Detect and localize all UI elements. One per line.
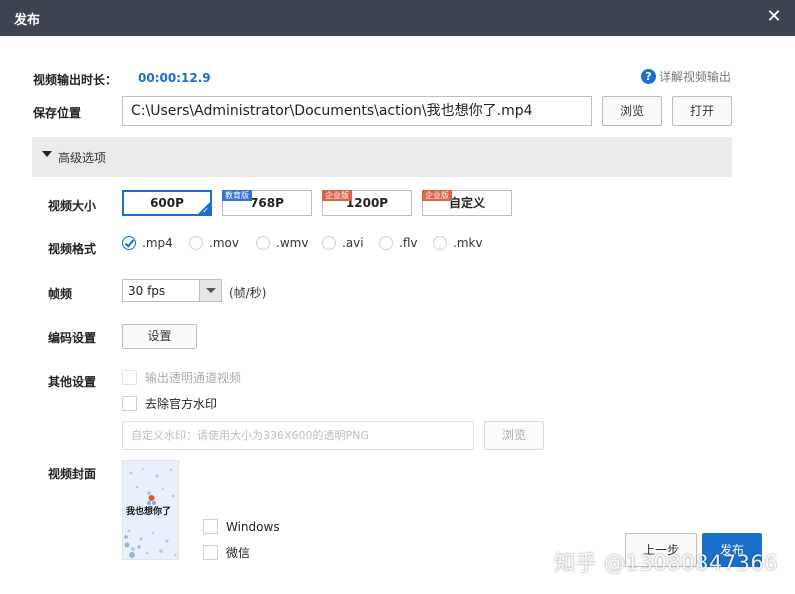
publish-button[interactable]: 发布 (702, 533, 762, 567)
remove-watermark-label: 去除官方水印 (145, 397, 218, 411)
checkbox-icon (203, 545, 218, 560)
format-radio-label: .wmv (276, 236, 309, 250)
close-icon[interactable]: ✕ (763, 6, 785, 28)
advanced-options-label: 高级选项 (58, 151, 107, 165)
size-option-768p[interactable]: 教育版 768P (222, 190, 312, 216)
check-icon: ✓ (202, 206, 209, 215)
edition-badge: 企业版 (422, 190, 452, 201)
format-radio-flv[interactable]: .flv (379, 236, 417, 250)
dropdown-arrow-icon[interactable] (199, 280, 221, 301)
cover-title-text: 我也想你了 (126, 507, 172, 517)
open-button[interactable]: 打开 (672, 96, 732, 126)
frame-rate-select[interactable]: 30 fps (122, 279, 222, 302)
format-radio-mp4[interactable]: .mp4 (122, 236, 173, 250)
size-option-label: 600P (150, 196, 184, 210)
format-radio-wmv[interactable]: .wmv (256, 236, 308, 250)
encoding-label: 编码设置 (48, 331, 97, 345)
video-cover-label: 视频封面 (48, 467, 97, 481)
transparent-channel-checkbox: 输出透明通道视频 (122, 369, 241, 386)
cover-option-label: Windows (226, 519, 280, 534)
checkbox-icon (122, 370, 137, 385)
video-size-label: 视频大小 (48, 199, 97, 213)
radio-checked-icon (122, 236, 136, 250)
checkbox-icon (203, 519, 218, 534)
transparent-channel-label: 输出透明通道视频 (145, 371, 242, 385)
help-link-label: 详解视频输出 (659, 70, 732, 84)
duration-value: 00:00:12.9 (138, 71, 211, 85)
title-bar: 发布 ✕ (0, 0, 795, 36)
encoding-settings-button[interactable]: 设置 (122, 324, 197, 349)
size-option-600p[interactable]: 600P ✓ (122, 190, 212, 216)
window-title: 发布 (14, 13, 41, 28)
checkbox-icon (122, 396, 137, 411)
size-option-label: 768P (250, 196, 284, 210)
radio-icon (256, 236, 270, 250)
format-radio-avi[interactable]: .avi (322, 236, 364, 250)
format-radio-label: .mp4 (142, 236, 173, 250)
format-radio-label: .avi (342, 236, 364, 250)
size-option-label: 1200P (345, 196, 389, 210)
radio-icon (189, 236, 203, 250)
previous-step-button[interactable]: 上一步 (625, 533, 697, 567)
edition-badge: 企业版 (322, 190, 352, 201)
browse-button[interactable]: 浏览 (602, 96, 662, 126)
custom-watermark-input: 自定义水印：请使用大小为336X600的透明PNG (122, 421, 474, 450)
video-format-label: 视频格式 (48, 242, 97, 256)
cover-thumbnail[interactable]: 我也想你了 (122, 460, 179, 560)
format-radio-label: .flv (399, 236, 418, 250)
radio-icon (322, 236, 336, 250)
radio-icon (379, 236, 393, 250)
help-link[interactable]: ? 详解视频输出 (641, 68, 731, 85)
format-radio-mkv[interactable]: .mkv (433, 236, 483, 250)
format-radio-mov[interactable]: .mov (189, 236, 239, 250)
frame-rate-label: 帧频 (48, 287, 73, 301)
caret-down-icon (42, 151, 52, 157)
remove-watermark-checkbox[interactable]: 去除官方水印 (122, 395, 217, 412)
question-circle-icon: ? (641, 69, 656, 84)
size-option-1200p[interactable]: 企业版 1200P (322, 190, 412, 216)
format-radio-label: .mov (209, 236, 239, 250)
save-location-label: 保存位置 (33, 106, 82, 120)
frame-rate-value: 30 fps (128, 284, 166, 298)
size-option-custom[interactable]: 企业版 自定义 (422, 190, 512, 216)
save-path-input[interactable]: C:\Users\Administrator\Documents\action\… (122, 96, 592, 126)
frame-rate-unit: (帧/秒) (229, 286, 267, 300)
cover-option-windows[interactable]: Windows (203, 519, 280, 534)
size-option-label: 自定义 (448, 196, 485, 210)
other-settings-label: 其他设置 (48, 375, 97, 389)
cover-option-label: 微信 (226, 546, 251, 560)
cover-option-wechat[interactable]: 微信 (203, 544, 250, 561)
watermark-browse-button: 浏览 (484, 421, 544, 450)
radio-icon (433, 236, 447, 250)
advanced-options-toggle[interactable]: 高级选项 (32, 137, 732, 177)
edition-badge: 教育版 (222, 190, 252, 201)
duration-label: 视频输出时长： (33, 73, 118, 87)
format-radio-label: .mkv (453, 236, 483, 250)
